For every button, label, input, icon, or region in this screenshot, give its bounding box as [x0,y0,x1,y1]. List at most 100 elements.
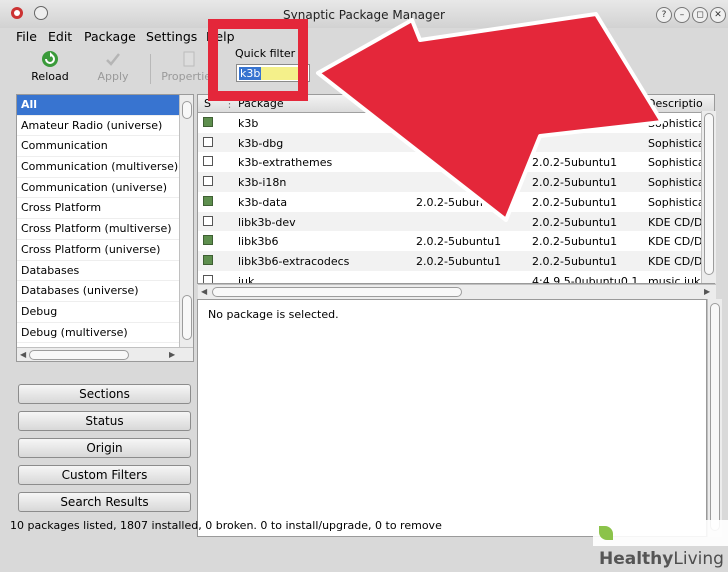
details-scroll-thumb[interactable] [710,303,720,531]
close-button[interactable]: ✕ [710,7,726,23]
status-checkbox[interactable] [203,195,213,206]
help-window-button[interactable]: ? [656,7,672,23]
status-checkbox[interactable] [203,176,213,187]
column-latest-header[interactable]: ...sion [548,97,581,110]
category-item[interactable]: Communication (universe) [17,178,193,199]
description-cell: Sophistica [648,117,705,130]
minimize-button[interactable]: – [674,7,690,23]
column-divider: ⋮ [224,97,235,110]
installed-version-cell: 2.0.2-5ubun [416,195,483,209]
reload-icon [42,51,58,67]
scroll-left-icon[interactable]: ◀ [20,350,26,359]
table-hscroll-thumb[interactable] [212,287,462,297]
apply-button[interactable]: Apply [82,50,144,88]
category-item[interactable]: Databases [17,261,193,282]
table-row[interactable]: libk3b6 2.0.2-5ubuntu1 2.0.2-5ubuntu1 KDE C… [198,231,714,251]
scroll-thumb[interactable] [182,101,192,119]
table-row[interactable]: k3b Sophistica [198,113,714,133]
category-vscrollbar[interactable] [179,95,193,347]
apply-label: Apply [97,70,129,83]
search-results-button[interactable]: Search Results [18,492,191,512]
description-cell: KDE CD/D [648,215,703,229]
toolbar: Reload Apply Properties [0,46,728,92]
table-row[interactable]: k3b-data 2.0.2-5ubun 2.0.2-5ubuntu1 Sophist… [198,192,714,212]
table-row[interactable]: k3b-extrathemes 2.0.2-5ubuntu1 Sophistica [198,152,714,172]
category-item[interactable]: Cross Platform [17,198,193,220]
table-vscrollbar[interactable] [701,111,716,283]
category-item[interactable]: Communication (multiverse) [17,157,193,178]
menu-file[interactable]: File [16,29,37,44]
package-name-cell: k3b-extrathemes [238,156,333,170]
category-item[interactable]: Cross Platform (universe) [17,240,193,261]
category-item[interactable]: Databases (universe) [17,281,193,302]
status-checkbox[interactable] [203,215,213,226]
status-checkbox[interactable] [203,274,213,283]
reload-button[interactable]: Reload [19,50,81,88]
column-package-header[interactable]: Package [238,97,284,110]
category-item[interactable]: All [17,95,193,116]
description-cell: music juk [648,274,701,284]
package-table: S ⋮ Package ...sion Descriptio k3b Sophis… [197,94,715,284]
menu-package[interactable]: Package [84,29,136,44]
menu-help[interactable]: Help [206,29,235,44]
menu-edit[interactable]: Edit [48,29,72,44]
properties-label: Properties [161,70,217,83]
properties-icon [183,51,195,67]
watermark-healthy: Healthy [599,549,674,569]
category-item[interactable]: Communication [17,136,193,158]
scroll-right-icon[interactable]: ▶ [169,350,175,359]
leaf-logo-icon [599,526,613,540]
details-text: No package is selected. [208,308,339,321]
category-item[interactable]: Debug (multiverse) [17,323,193,344]
table-hscrollbar[interactable]: ◀ ▶ [198,284,716,299]
table-row[interactable]: juk 4:4.9.5-0ubuntu0.1 music juk [198,271,714,284]
menu-settings[interactable]: Settings [146,29,197,44]
input-highlight [261,67,301,80]
properties-button[interactable]: Properties [158,50,220,88]
category-item[interactable]: Cross Platform (multiverse) [17,219,193,240]
table-row[interactable]: libk3b-dev 2.0.2-5ubuntu1 KDE CD/D [198,211,714,232]
maximize-button[interactable]: ◻ [692,7,708,23]
sections-button[interactable]: Sections [18,384,191,404]
category-hscrollbar[interactable]: ◀ ▶ [17,347,193,361]
status-checkbox[interactable] [203,136,213,147]
column-description-header[interactable]: Descriptio [647,97,703,110]
table-scroll-thumb[interactable] [704,113,714,275]
status-checkbox[interactable] [203,156,213,167]
status-checkbox[interactable] [203,235,213,246]
latest-version-cell: 4:4.9.5-0ubuntu0.1 [532,274,639,284]
status-button[interactable]: Status [18,411,191,431]
status-checkbox[interactable] [203,117,213,127]
details-vscrollbar[interactable] [707,299,722,537]
latest-version-cell: 2.0.2-5ubuntu1 [532,254,618,268]
custom-filters-button[interactable]: Custom Filters [18,465,191,485]
quick-filter-label: Quick filter [235,47,296,60]
table-scroll-left-icon[interactable]: ◀ [201,287,207,296]
window-title: Synaptic Package Manager [283,8,445,22]
latest-version-cell: 2.0.2-5ubuntu1 [532,156,618,170]
healthy-living-watermark: HealthyLiving [593,520,728,569]
scroll-thumb-lower[interactable] [182,295,192,340]
origin-button[interactable]: Origin [18,438,191,458]
package-name-cell: k3b-i18n [238,176,287,190]
package-name-cell: libk3b6-extracodecs [238,254,350,268]
table-row[interactable]: libk3b6-extracodecs 2.0.2-5ubuntu1 2.0.2-5… [198,250,714,271]
description-cell: Sophistica [648,195,705,209]
description-cell: Sophistica [648,136,705,150]
package-details-panel: No package is selected. [197,299,707,537]
table-header: S ⋮ Package ...sion Descriptio [198,95,714,113]
table-row[interactable]: k3b-i18n 2.0.2-5ubuntu1 Sophistica [198,172,714,192]
status-checkbox[interactable] [203,254,213,265]
package-name-cell: k3b [238,117,259,130]
table-scroll-right-icon[interactable]: ▶ [704,287,710,296]
category-item[interactable]: Debug [17,302,193,323]
column-status-header[interactable]: S [204,97,211,110]
menu-bar: File Edit Package Settings Help [0,28,728,46]
category-item[interactable]: Amateur Radio (universe) [17,116,193,137]
quick-filter-input[interactable]: k3b [236,64,310,82]
table-row[interactable]: k3b-dbg Sophistica [198,132,714,153]
title-bar: Synaptic Package Manager ? – ◻ ✕ [0,0,728,28]
checkmark-icon [106,53,120,66]
hscroll-thumb[interactable] [29,350,129,360]
latest-version-cell: 2.0.2-5ubuntu1 [532,215,618,229]
